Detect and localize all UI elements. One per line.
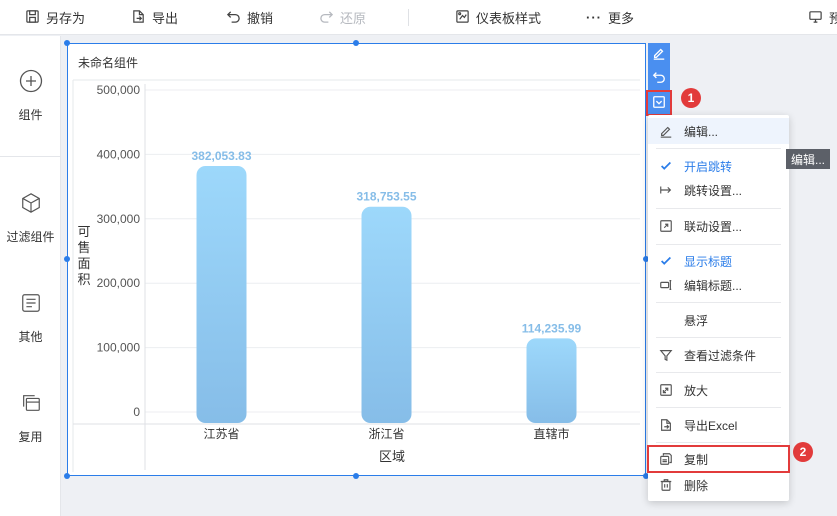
bar: [196, 165, 247, 423]
redo-icon: [319, 9, 334, 27]
x-tick-label: 江苏省: [203, 427, 239, 441]
y-tick-label: 400,000: [97, 147, 141, 161]
menu-item-enable-jump[interactable]: 开启跳转: [648, 153, 789, 179]
dropdown-box-icon: [652, 95, 666, 112]
y-tick-label: 300,000: [97, 212, 141, 226]
save-as-button[interactable]: 另存为: [25, 0, 85, 35]
palette-icon: [455, 9, 470, 27]
menu-item-edit[interactable]: 编辑...: [648, 118, 789, 144]
widget-side-toolbar: [646, 43, 672, 117]
copy-icon: [648, 452, 684, 466]
link-windows-icon: [648, 219, 684, 233]
y-axis-label: 面: [77, 256, 90, 271]
y-axis-label: 售: [77, 240, 90, 255]
undo-icon: [652, 70, 666, 87]
menu-divider: [656, 244, 781, 245]
bar-chart: 0 100,000 200,000 300,000 400,000 500,000 可售面积…: [72, 79, 640, 472]
sidebar-item-reuse[interactable]: 复用: [0, 390, 61, 445]
chart-widget[interactable]: 未命名组件 0 100,000 200,000 300,000 400,000 500,0…: [67, 43, 646, 476]
filter-icon: [648, 348, 684, 362]
ellipsis-icon: ···: [586, 10, 602, 25]
x-tick-label: 直辖市: [533, 426, 569, 441]
resize-handle-bottom[interactable]: [353, 473, 359, 479]
resize-handle-left[interactable]: [64, 256, 70, 262]
resize-handle-bottom-left[interactable]: [64, 473, 70, 479]
check-icon: [648, 254, 684, 268]
menu-divider: [656, 208, 781, 209]
sidebar-item-other[interactable]: 其他: [0, 290, 61, 345]
pencil-icon: [652, 46, 666, 63]
jump-arrow-icon: [648, 183, 684, 197]
menu-divider: [656, 302, 781, 303]
bar-value-label: 382,053.83: [191, 149, 251, 163]
text-box-icon: [18, 290, 44, 316]
export-button[interactable]: 导出: [131, 0, 178, 35]
menu-item-edit-title[interactable]: 编辑标题...: [648, 272, 789, 298]
save-icon: [25, 9, 40, 27]
component-sidebar: 组件 过滤组件 其他 复用: [0, 36, 61, 516]
export-icon: [131, 9, 146, 27]
menu-divider: [656, 372, 781, 373]
y-tick-label: 500,000: [97, 83, 141, 97]
menu-divider: [656, 407, 781, 408]
bar-value-label: 318,753.55: [356, 190, 416, 204]
y-tick-label: 100,000: [97, 341, 141, 355]
x-axis-label: 区域: [379, 449, 405, 464]
menu-item-float[interactable]: 悬浮: [648, 307, 789, 333]
more-button[interactable]: ··· 更多: [586, 0, 634, 35]
step-badge-1: 1: [681, 88, 701, 108]
menu-item-show-title[interactable]: 显示标题: [648, 248, 789, 274]
bar: [361, 206, 412, 423]
menu-item-delete[interactable]: 删除: [648, 472, 789, 498]
title-edit-icon: [648, 278, 684, 292]
menu-item-jump-settings[interactable]: 跳转设置...: [648, 177, 789, 203]
undo-icon: [226, 9, 241, 27]
preview-button[interactable]: 预: [808, 0, 837, 35]
menu-item-enlarge[interactable]: 放大: [648, 377, 789, 403]
step-badge-2: 2: [793, 442, 813, 462]
toolbar-divider: [408, 9, 409, 26]
undo-button[interactable]: 撤销: [226, 0, 273, 35]
menu-item-linkage-settings[interactable]: 联动设置...: [648, 213, 789, 239]
y-tick-label: 0: [133, 405, 140, 419]
top-toolbar: 另存为 导出 撤销 还原 仪表板样式 ··· 更多 预: [0, 0, 837, 35]
expand-icon: [648, 383, 684, 397]
widget-menu-button[interactable]: [646, 90, 672, 116]
menu-divider: [656, 337, 781, 338]
cube-icon: [18, 190, 44, 216]
dashboard-style-button[interactable]: 仪表板样式: [455, 0, 541, 35]
stacked-windows-icon: [18, 390, 44, 416]
y-axis-label: 积: [77, 272, 90, 287]
sidebar-divider: [0, 156, 61, 157]
redo-button[interactable]: 还原: [319, 0, 366, 35]
menu-item-view-filters[interactable]: 查看过滤条件: [648, 342, 789, 368]
bar-value-label: 114,235.99: [522, 321, 582, 335]
menu-item-export-excel[interactable]: 导出Excel: [648, 412, 789, 438]
sidebar-item-component[interactable]: 组件: [0, 68, 61, 123]
sidebar-item-filter-component[interactable]: 过滤组件: [0, 190, 61, 245]
revert-widget-button[interactable]: [648, 67, 670, 89]
menu-divider: [656, 148, 781, 149]
edit-tooltip: 编辑...: [786, 149, 831, 169]
y-axis-label: 可: [77, 224, 90, 239]
bar: [526, 338, 577, 423]
export-doc-icon: [648, 418, 684, 432]
resize-handle-top-left[interactable]: [64, 40, 70, 46]
trash-icon: [648, 478, 684, 492]
edit-widget-button[interactable]: [648, 43, 670, 65]
plus-circle-icon: [18, 68, 44, 94]
menu-item-copy[interactable]: 复制: [647, 445, 790, 473]
menu-divider: [656, 442, 781, 443]
y-tick-label: 200,000: [97, 276, 141, 290]
monitor-icon: [808, 9, 823, 27]
widget-context-menu: 编辑... 开启跳转 跳转设置... 联动设置... 显示标题 编辑标题... …: [647, 115, 790, 501]
resize-handle-top[interactable]: [353, 40, 359, 46]
pencil-icon: [648, 124, 684, 138]
check-icon: [648, 159, 684, 173]
x-tick-label: 浙江省: [368, 427, 404, 441]
